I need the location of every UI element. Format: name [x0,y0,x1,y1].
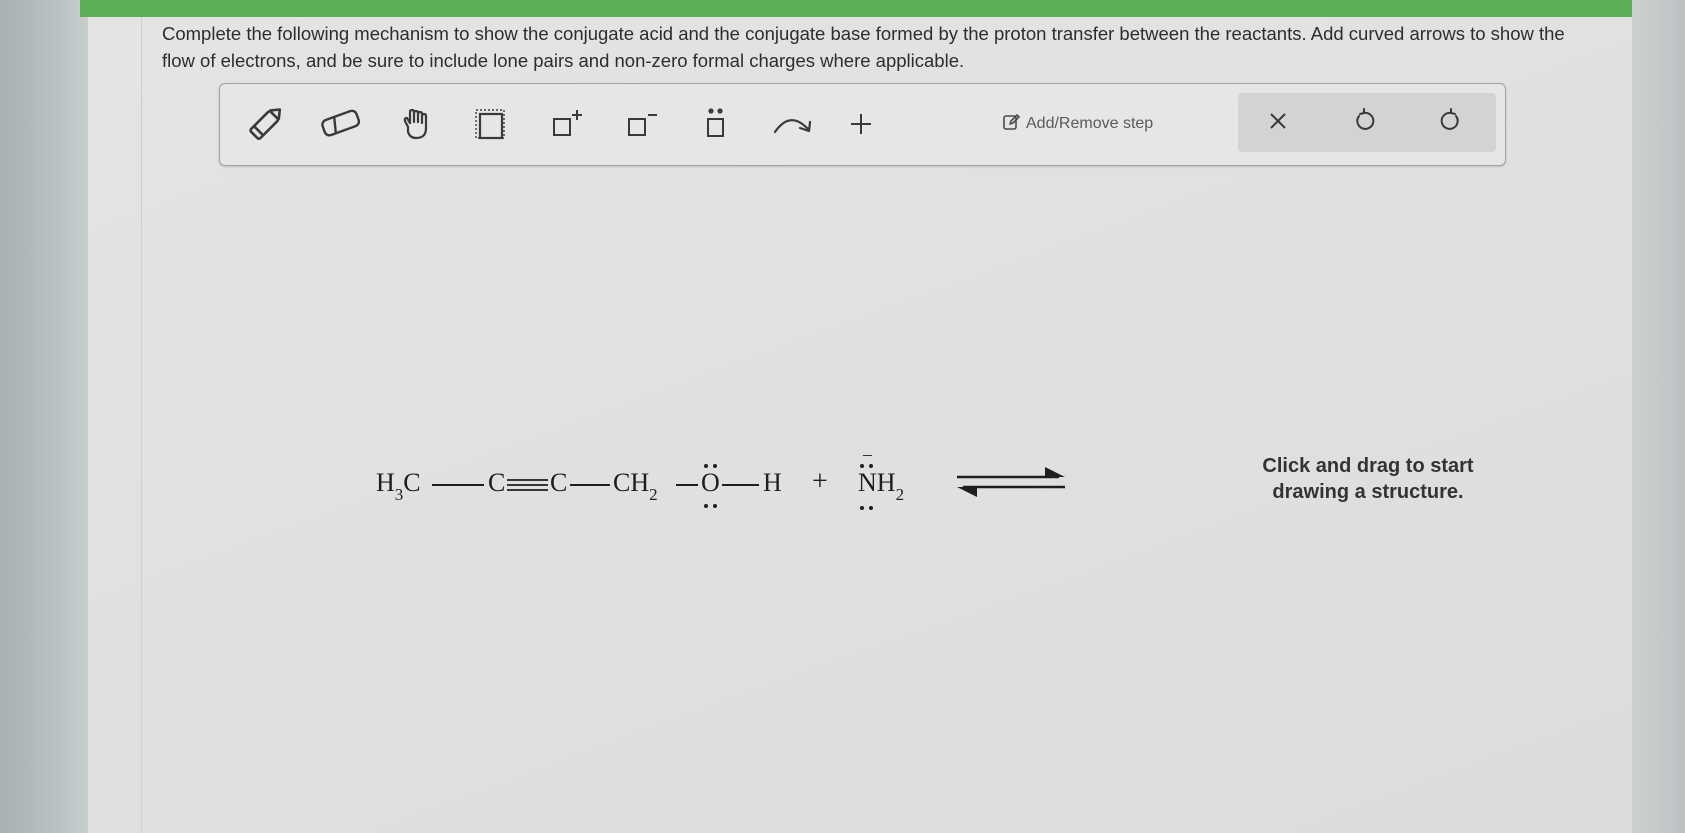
subscript-2: 2 [895,485,905,504]
lone-pair-tool-button[interactable] [688,96,744,152]
nitrogen-lone-pairs [860,464,873,510]
add-remove-step-label: Add/Remove step [1026,115,1154,132]
negative-charge-icon [621,104,661,144]
curved-arrow-tool-button[interactable] [765,96,821,152]
bonds-and-lone-pairs [432,464,873,510]
pencil-icon [244,102,288,146]
hand-tool-button[interactable] [388,96,444,152]
bond-triple [507,479,548,491]
oxygen-lone-pairs [704,464,717,508]
selection-box-icon [470,104,510,144]
action-button-group [1238,93,1496,152]
clear-button[interactable] [1250,95,1306,151]
drawing-toolbar: Add/Remove step [219,83,1506,166]
plus-tool-button[interactable] [833,96,889,152]
left-background [0,0,88,833]
curved-arrow-icon [770,104,816,144]
undo-icon [1351,108,1377,138]
add-remove-step-button[interactable]: Add/Remove step [1002,111,1153,137]
positive-charge-icon [546,104,586,144]
top-green-bar [80,0,1632,17]
close-icon [1266,109,1290,137]
hand-icon [397,105,435,143]
question-text: Complete the following mechanism to show… [162,23,1565,71]
edit-icon [1002,113,1020,136]
right-background [1632,0,1685,833]
redo-button[interactable] [1423,95,1479,151]
negative-charge-tool-button[interactable] [613,96,669,152]
redo-icon [1438,108,1464,138]
select-tool-button[interactable] [462,96,518,152]
panel-border-right [1637,17,1638,833]
positive-charge-tool-button[interactable] [538,96,594,152]
undo-button[interactable] [1336,95,1392,151]
canvas-hint: Click and drag to start drawing a struct… [1262,455,1474,503]
lone-pair-icon [696,104,736,144]
eraser-tool-button[interactable] [313,96,369,152]
reactants-equation: H3C C C CH2 O H + NH2 – [376,444,904,518]
pencil-tool-button[interactable] [238,96,294,152]
plus-icon [845,108,877,140]
equilibrium-arrow-icon [957,467,1065,497]
eraser-icon [318,104,364,144]
